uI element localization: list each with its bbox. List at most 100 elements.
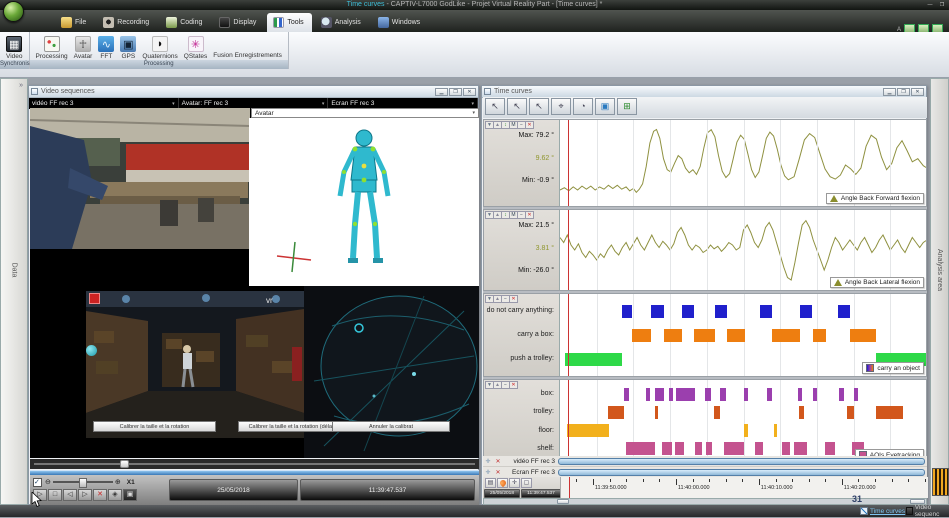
scrollbar-left-handle[interactable] (557, 499, 569, 504)
seek-handle[interactable] (120, 460, 129, 468)
gantt-bar[interactable] (608, 406, 624, 419)
gantt-bar[interactable] (695, 442, 702, 455)
frame-icon[interactable]: ▢ (521, 478, 532, 488)
gantt-bar[interactable] (714, 406, 721, 419)
gantt-bar[interactable] (632, 329, 652, 342)
gantt-bar[interactable] (724, 442, 744, 455)
sync-checkbox[interactable]: ✓ (33, 478, 42, 487)
close-icon[interactable]: ✕ (525, 211, 534, 219)
qstates-button[interactable]: ✳QStates (182, 34, 209, 62)
gantt-bar[interactable] (675, 442, 684, 455)
gantt-bar[interactable] (567, 424, 609, 437)
gantt-bar[interactable] (774, 424, 778, 437)
gps-button[interactable]: ▣GPS (118, 34, 138, 62)
restore-button[interactable]: ❐ (937, 1, 947, 9)
add-track-icon[interactable]: ✛ (509, 478, 520, 488)
quaternions-button[interactable]: ◗Quaternions (140, 34, 179, 62)
marker-pin-icon[interactable] (497, 478, 508, 488)
gantt-bar[interactable] (854, 388, 859, 401)
gantt-bar[interactable] (850, 329, 876, 342)
gantt-bar[interactable] (772, 329, 800, 342)
tab-windows[interactable]: Windows (372, 13, 428, 32)
gantt-bar[interactable] (682, 305, 694, 318)
minimize-button[interactable]: — (925, 1, 935, 9)
video-seek-track[interactable] (30, 459, 479, 469)
minimize-icon[interactable]: ▁ (883, 88, 896, 96)
vr-calibration-button-0[interactable]: Calibrer la taille et la rotation (93, 421, 216, 432)
gantt-bar[interactable] (715, 305, 727, 318)
minimize-icon[interactable]: ▁ (435, 88, 448, 96)
gantt-bar[interactable] (720, 388, 726, 401)
gantt-bar[interactable] (744, 424, 748, 437)
track-bar[interactable] (558, 458, 925, 465)
zoom-cursor-icon[interactable]: ⌖ (551, 98, 571, 115)
analysis-area-panel[interactable]: Analysis area (930, 78, 949, 505)
avatar-view-dropdown[interactable]: Avatar ▾ (251, 108, 479, 118)
gantt-bar[interactable] (755, 442, 763, 455)
gantt-bar[interactable] (744, 388, 749, 401)
sound-icon[interactable]: ◈ (108, 489, 122, 501)
clock-icon[interactable]: ◔ (573, 98, 593, 115)
taskbar-item-time-curves[interactable]: Time curves (860, 506, 905, 516)
tab-file[interactable]: File (55, 13, 94, 32)
export-icon[interactable]: ▤ (485, 478, 496, 488)
gantt-bar[interactable] (760, 305, 772, 318)
expand-panel-icon[interactable]: » (19, 82, 23, 89)
gantt-bar[interactable] (825, 442, 835, 455)
office-video[interactable] (30, 108, 250, 249)
tab-display[interactable]: Display (213, 13, 264, 32)
remove-icon[interactable]: ✕ (493, 469, 503, 476)
gantt-bar[interactable] (676, 388, 695, 401)
gantt-bar[interactable] (727, 329, 745, 342)
track-bar[interactable] (558, 469, 925, 476)
restore-icon[interactable]: ❐ (449, 88, 462, 96)
gantt-bar[interactable] (706, 442, 712, 455)
video-window-titlebar[interactable]: Video sequences ▁ ❐ ✕ (29, 86, 478, 98)
gantt-bar[interactable] (664, 329, 682, 342)
gantt-bar[interactable] (655, 406, 659, 419)
add-icon[interactable]: ✛ (483, 458, 493, 465)
taskbar-item-video-sequenc[interactable]: Video sequenc (906, 506, 949, 516)
avatar-3d-view[interactable] (249, 118, 479, 286)
fft-button[interactable]: ∿FFT (96, 34, 116, 62)
speed-rail[interactable] (53, 481, 113, 483)
wave-cursor-icon[interactable]: ↖ (529, 98, 549, 115)
step-forward-icon[interactable]: ▷ (78, 489, 92, 501)
add-icon[interactable]: ✛ (483, 469, 493, 476)
eyetracking-video[interactable] (304, 286, 479, 458)
tab-recording[interactable]: Recording (97, 13, 157, 32)
gantt-bar[interactable] (813, 388, 817, 401)
gantt-bar[interactable] (876, 406, 903, 419)
select-cursor-icon[interactable]: ↖ (485, 98, 505, 115)
snapshot-icon[interactable]: ▣ (123, 489, 137, 501)
gantt-bar[interactable] (694, 329, 715, 342)
gantt-bar[interactable] (662, 442, 672, 455)
gantt-bar[interactable] (565, 353, 622, 366)
gantt-bar[interactable] (651, 305, 664, 318)
gantt-bar[interactable] (646, 388, 650, 401)
gantt-bar[interactable] (622, 305, 632, 318)
gantt-bar[interactable] (655, 388, 665, 401)
gantt-bar[interactable] (838, 305, 850, 318)
close-icon[interactable]: ✕ (525, 121, 534, 129)
vr-scene-video[interactable]: vr (86, 291, 304, 438)
speed-handle[interactable] (79, 478, 87, 488)
video-button[interactable]: ▦Video (4, 34, 25, 62)
add-curve-icon[interactable]: ⊞ (617, 98, 637, 115)
gantt-bar[interactable] (705, 388, 711, 401)
timeline[interactable]: 11:39:50.00011:40:00.00011:40:10.00011:4… (560, 477, 928, 498)
vr-calibration-button-2[interactable]: Annuler la calibrat (332, 421, 450, 432)
processing-button[interactable]: Processing (34, 34, 70, 62)
remove-icon[interactable]: ✕ (493, 458, 503, 465)
gantt-bar[interactable] (794, 442, 807, 455)
panel-icon[interactable]: ▣ (595, 98, 615, 115)
add-cursor-icon[interactable]: ↖ (507, 98, 527, 115)
gantt-bar[interactable] (798, 388, 802, 401)
tab-analysis[interactable]: Analysis (315, 13, 369, 32)
restore-icon[interactable]: ❐ (897, 88, 910, 96)
close-icon[interactable]: ✕ (463, 88, 476, 96)
gantt-bar[interactable] (767, 388, 772, 401)
gantt-bar[interactable] (813, 329, 827, 342)
gantt-bar[interactable] (839, 388, 844, 401)
slower-icon[interactable]: ⊖ (45, 478, 51, 486)
